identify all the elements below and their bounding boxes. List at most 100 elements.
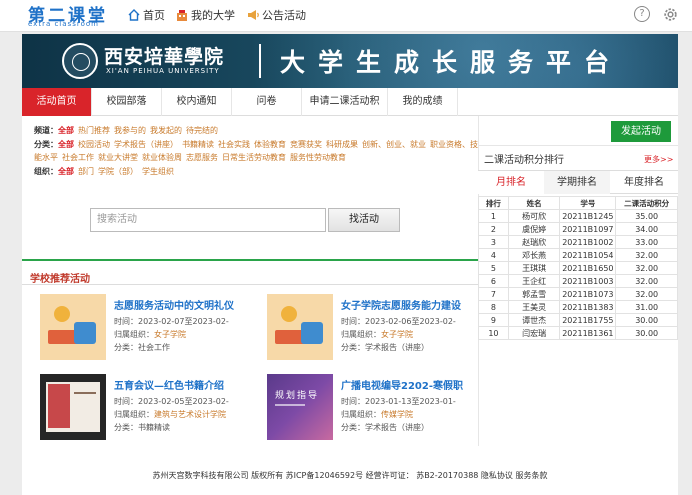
help-icon[interactable]: ?: [634, 6, 650, 22]
rank-cell: 20211B1650: [559, 261, 617, 275]
filter-category-option[interactable]: 日常生活劳动教育: [222, 153, 286, 162]
rank-cell: 20211B1383: [559, 300, 617, 314]
nav-tab-my-scores[interactable]: 我的成绩: [388, 88, 458, 116]
activity-thumbnail[interactable]: 规划指导: [267, 374, 333, 440]
filter-category-option[interactable]: 社会工作: [62, 153, 94, 162]
filter-category-option[interactable]: 竞赛获奖: [290, 140, 322, 149]
filter-org-label: 组织：: [34, 167, 58, 176]
filter-category-option[interactable]: 科研成果: [326, 140, 358, 149]
topnav-announcements[interactable]: 公告活动: [246, 7, 306, 23]
rank-col-header: 姓名: [507, 196, 561, 210]
nav-tab-activity-home[interactable]: 活动首页: [22, 88, 92, 116]
activity-card[interactable]: 女子学院志愿服务能力建设 时间：2023-02-06至2023-02- 归属组织…: [267, 294, 482, 366]
search-input[interactable]: 搜索活动: [90, 208, 326, 232]
search-button[interactable]: 找活动: [328, 208, 400, 232]
activity-card[interactable]: 五育会议—红色书籍介绍 时间：2023-02-05至2023-02- 归属组织：…: [40, 374, 255, 446]
filter-panel: 频道：全部 热门推荐 我参与的 我发起的 待完结的 分类：全部 校园活动 学术报告（讲座）书…: [34, 124, 478, 179]
rank-cell: 王企红: [507, 274, 561, 288]
rank-cell: 20211B1245: [559, 209, 617, 223]
rank-tab-year[interactable]: 年度排名: [610, 171, 678, 194]
activity-org-prefix: 归属组织：: [114, 330, 154, 339]
filter-category-option[interactable]: 就业大讲堂: [98, 153, 138, 162]
filter-category-option[interactable]: 书籍精读: [182, 140, 214, 149]
rank-cell: 邓长燕: [507, 248, 561, 262]
activity-category: 分类：社会工作: [114, 343, 170, 352]
banner: 西安培華學院 XI'AN PEIHUA UNIVERSITY 大学生成长服务平台: [22, 34, 678, 88]
nav-tab-survey[interactable]: 问卷: [232, 88, 302, 116]
filter-category-option[interactable]: 就业体验周: [142, 153, 182, 162]
section-underline: [22, 284, 478, 285]
platform-title: 大学生成长服务平台: [280, 48, 623, 77]
rank-cell: 35.00: [615, 209, 678, 223]
filter-category-option[interactable]: 创新、创业、就业: [362, 140, 426, 149]
topnav-home[interactable]: 首页: [127, 7, 165, 23]
filter-category-option[interactable]: 服务性劳动教育: [290, 153, 346, 162]
activity-time: 时间：2023-02-05至2023-02-: [114, 397, 229, 406]
filter-org-option[interactable]: 学生组织: [142, 167, 174, 176]
activity-title[interactable]: 志愿服务活动中的文明礼仪: [114, 297, 234, 312]
table-row: 3 赵瑞欣 20211B1002 33.00: [478, 235, 678, 249]
nav-tab-campus-notice[interactable]: 校内通知: [162, 88, 232, 116]
activity-card[interactable]: 志愿服务活动中的文明礼仪 时间：2023-02-07至2023-02- 归属组织…: [40, 294, 255, 366]
activity-org-name: 传媒学院: [381, 410, 413, 419]
rank-cell: 20211B1002: [559, 235, 617, 249]
filter-channel-option[interactable]: 热门推荐: [78, 126, 110, 135]
activity-category: 分类：学术报告（讲座）: [341, 423, 429, 432]
rank-cell: 20211B1003: [559, 274, 617, 288]
rank-cell: 20211B1054: [559, 248, 617, 262]
filter-org-all[interactable]: 全部: [58, 167, 74, 176]
rank-cell: 30.00: [615, 326, 678, 340]
launch-activity-button[interactable]: 发起活动: [611, 121, 671, 142]
activity-title[interactable]: 五育会议—红色书籍介绍: [114, 377, 224, 392]
filter-channel-option[interactable]: 我参与的: [114, 126, 146, 135]
filter-category-row: 分类：全部 校园活动 学术报告（讲座） 书籍精读 社会实践 体验教育 竞赛获奖 科研成果 创新、…: [34, 138, 478, 164]
rank-cell: 30.00: [615, 313, 678, 327]
filter-org-option[interactable]: 学院（部）: [98, 167, 138, 176]
filter-category-option[interactable]: 学术报告（讲座）: [114, 140, 178, 149]
activity-thumbnail[interactable]: [40, 294, 106, 360]
filter-channel-label: 频道：: [34, 126, 58, 135]
rank-cell: 32.00: [615, 248, 678, 262]
rank-table: 排行 姓名 学号 二课活动积分 1 杨可欣 20211B1245 35.00 2 虞倪婷…: [478, 196, 678, 340]
rank-cell: 8: [478, 300, 509, 314]
rank-cell: 2: [478, 222, 509, 236]
activity-card[interactable]: 规划指导 广播电视编导2202-寒假职 时间：2023-01-13至2023-0…: [267, 374, 482, 446]
filter-category-all[interactable]: 全部: [58, 140, 74, 149]
rank-tabs: 月排名 学期排名 年度排名: [478, 170, 678, 194]
nav-tab-campus-tribe[interactable]: 校园部落: [92, 88, 162, 116]
school-name-en: XI'AN PEIHUA UNIVERSITY: [106, 67, 220, 75]
gear-icon[interactable]: [662, 6, 679, 23]
rank-tab-month[interactable]: 月排名: [478, 171, 544, 194]
filter-category-option[interactable]: 社会实践: [218, 140, 250, 149]
activity-title[interactable]: 广播电视编导2202-寒假职: [341, 377, 463, 392]
activity-title[interactable]: 女子学院志愿服务能力建设: [341, 297, 461, 312]
rank-cell: 虞倪婷: [507, 222, 561, 236]
thumb-decoration: [74, 392, 96, 394]
table-row: 9 谭世杰 20211B1755 30.00: [478, 313, 678, 327]
nav-tab-apply-credit[interactable]: 申请二课活动积: [302, 88, 388, 116]
rank-cell: 谭世杰: [507, 313, 561, 327]
filter-org-option[interactable]: 部门: [78, 167, 94, 176]
filter-channel-option[interactable]: 待完结的: [186, 126, 218, 135]
rank-more-link[interactable]: 更多>>: [644, 154, 673, 165]
rank-cell: 10: [478, 326, 509, 340]
rank-tab-semester[interactable]: 学期排名: [544, 171, 610, 194]
filter-category-option[interactable]: 体验教育: [254, 140, 286, 149]
rank-cell: 20211B1361: [559, 326, 617, 340]
activity-org-prefix: 归属组织：: [341, 410, 381, 419]
topnav-my-university[interactable]: 我的大学: [175, 7, 235, 23]
filter-channel-all[interactable]: 全部: [58, 126, 74, 135]
building-icon: [177, 10, 187, 21]
activity-thumbnail[interactable]: [40, 374, 106, 440]
rank-cell: 33.00: [615, 235, 678, 249]
activity-org-prefix: 归属组织：: [114, 410, 154, 419]
filter-channel-option[interactable]: 我发起的: [150, 126, 182, 135]
rank-cell: 1: [478, 209, 509, 223]
activity-category: 分类：书籍精读: [114, 423, 170, 432]
filter-category-option[interactable]: 志愿服务: [186, 153, 218, 162]
activity-thumbnail[interactable]: [267, 294, 333, 360]
rank-cell: 31.00: [615, 300, 678, 314]
activity-org: 归属组织：传媒学院: [341, 409, 413, 420]
activity-org-prefix: 归属组织：: [341, 330, 381, 339]
filter-category-option[interactable]: 校园活动: [78, 140, 110, 149]
